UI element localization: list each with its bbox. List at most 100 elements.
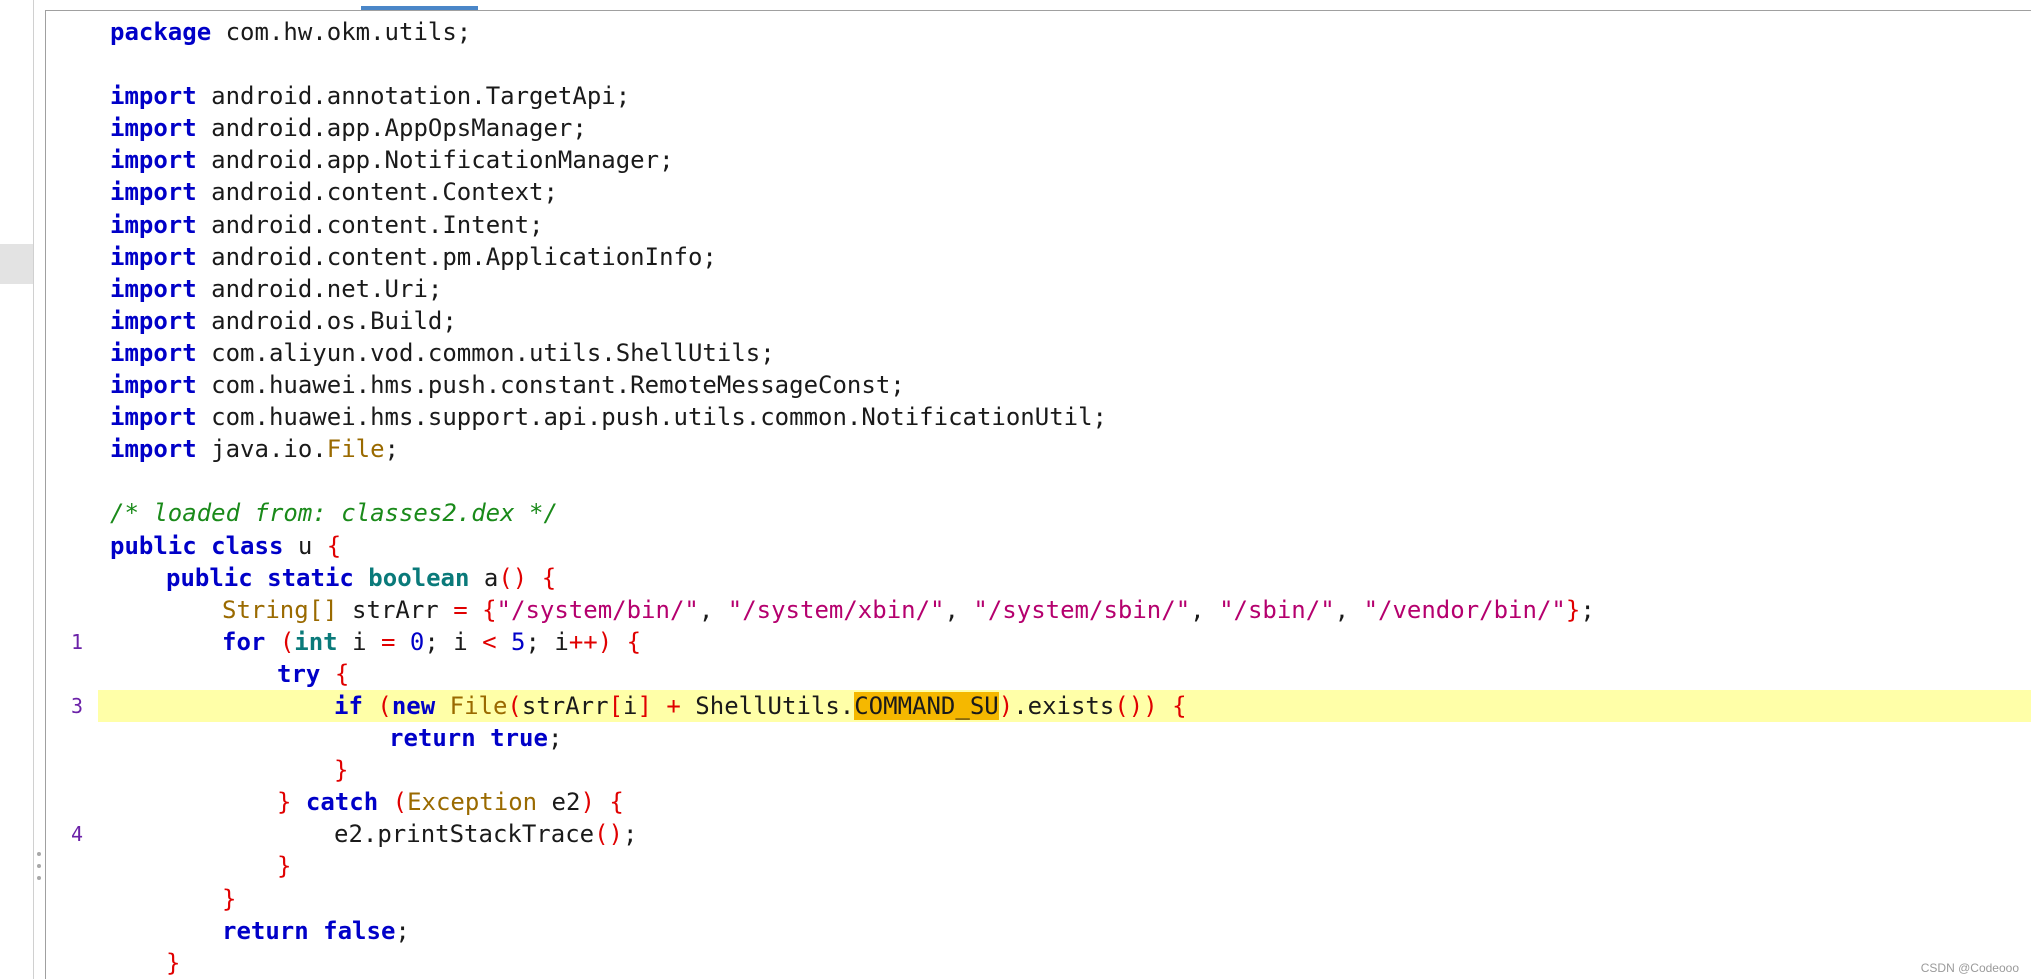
- code-line: import android.content.pm.ApplicationInf…: [46, 241, 2031, 273]
- code-editor[interactable]: package com.hw.okm.utils; import android…: [45, 10, 2031, 979]
- paren: (: [279, 627, 295, 656]
- import-path: android.os.Build;: [196, 306, 457, 335]
- code-line: try {: [46, 658, 2031, 690]
- code-line: import com.aliyun.vod.common.utils.Shell…: [46, 337, 2031, 369]
- code-line: 1 for (int i = 0; i < 5; i++) {: [46, 626, 2031, 658]
- code-line: import android.os.Build;: [46, 305, 2031, 337]
- class-ref: File: [449, 691, 508, 720]
- splitter-dot: [37, 852, 41, 856]
- bracket: ]: [637, 691, 652, 720]
- import-path: android.content.pm.ApplicationInfo;: [196, 242, 717, 271]
- code-line: }: [46, 947, 2031, 979]
- string-literal: "/system/bin/": [496, 595, 699, 624]
- bracket: [: [608, 691, 624, 720]
- search-match-highlight[interactable]: COMMAND_SU: [854, 691, 999, 720]
- code-line: import com.huawei.hms.push.constant.Remo…: [46, 369, 2031, 401]
- brace: }: [277, 788, 292, 817]
- operator: <: [482, 627, 497, 656]
- comma: ,: [698, 595, 728, 624]
- comma: ,: [944, 595, 974, 624]
- code-line: import android.net.Uri;: [46, 273, 2031, 305]
- splitter-dot: [37, 864, 41, 868]
- keyword-catch: catch: [305, 788, 379, 817]
- keyword-return: return: [222, 916, 309, 945]
- code-lines: package com.hw.okm.utils; import android…: [46, 16, 2031, 979]
- line-number: 3: [71, 693, 84, 718]
- code-line: package com.hw.okm.utils;: [46, 16, 2031, 48]
- left-panel-gutter: [0, 0, 41, 979]
- code-line: 4 e2.printStackTrace();: [46, 818, 2031, 850]
- keyword-true: true: [490, 724, 548, 753]
- keyword-try: try: [277, 659, 321, 688]
- import-path: android.net.Uri;: [196, 274, 443, 303]
- paren: ): [580, 788, 595, 817]
- code-line: public class u {: [46, 530, 2031, 562]
- code-line: import android.app.AppOpsManager;: [46, 112, 2031, 144]
- semicolon: ;: [547, 724, 563, 753]
- parens: (): [1114, 691, 1144, 720]
- keyword-import: import: [110, 114, 197, 143]
- keyword-import: import: [110, 178, 197, 207]
- code-line: public static boolean a() {: [46, 562, 2031, 594]
- code-line: import android.content.Context;: [46, 176, 2031, 208]
- import-path: com.huawei.hms.push.constant.RemoteMessa…: [196, 371, 905, 400]
- keyword-for: for: [222, 627, 266, 656]
- keyword-public-static: public static: [166, 563, 354, 592]
- semicolon: ;: [623, 820, 638, 849]
- panel-marker[interactable]: [0, 244, 33, 284]
- keyword-package: package: [110, 18, 212, 46]
- var-name: strArr: [521, 691, 609, 720]
- watermark: CSDN @Codeooo: [1920, 961, 2019, 975]
- keyword-import: import: [110, 371, 197, 400]
- code-line: import android.app.NotificationManager;: [46, 144, 2031, 176]
- type-string-array: String[]: [222, 595, 338, 624]
- keyword-if: if: [334, 691, 363, 720]
- method-call: e2.printStackTrace: [334, 820, 595, 849]
- brace: {: [334, 659, 350, 688]
- highlighted-code-line: if (new File(strArr[i] + ShellUtils.COMM…: [71, 689, 2031, 723]
- brace: {: [326, 531, 342, 560]
- splitter-handle[interactable]: [36, 852, 42, 880]
- import-path: android.annotation.TargetApi;: [196, 82, 631, 111]
- keyword-import: import: [110, 82, 197, 111]
- class-ref: Exception: [407, 788, 538, 817]
- code-line: } catch (Exception e2) {: [46, 786, 2031, 818]
- brace: {: [1172, 691, 1187, 720]
- paren: (: [377, 691, 392, 720]
- method-call: .exists: [1013, 691, 1115, 720]
- number-literal: 0: [409, 627, 425, 656]
- keyword-new: new: [391, 691, 436, 720]
- brace: }: [166, 948, 181, 977]
- splitter-dot: [37, 876, 41, 880]
- keyword-import: import: [110, 242, 197, 271]
- keyword-int: int: [294, 627, 338, 656]
- keyword-boolean: boolean: [368, 563, 470, 592]
- string-literal: "/vendor/bin/": [1363, 595, 1566, 624]
- parens: (): [594, 820, 623, 849]
- keyword-import: import: [110, 338, 197, 367]
- code-text: ; i: [525, 627, 569, 656]
- brace: }: [222, 884, 237, 913]
- operator: =: [453, 595, 468, 624]
- brace: {: [482, 595, 497, 624]
- import-path: android.app.NotificationManager;: [196, 146, 674, 175]
- string-literal: "/system/xbin/": [727, 595, 945, 624]
- keyword-import: import: [110, 274, 197, 303]
- brace: {: [609, 788, 624, 817]
- brace: }: [1565, 595, 1581, 624]
- parens: (): [498, 563, 528, 592]
- keyword-import: import: [110, 403, 197, 432]
